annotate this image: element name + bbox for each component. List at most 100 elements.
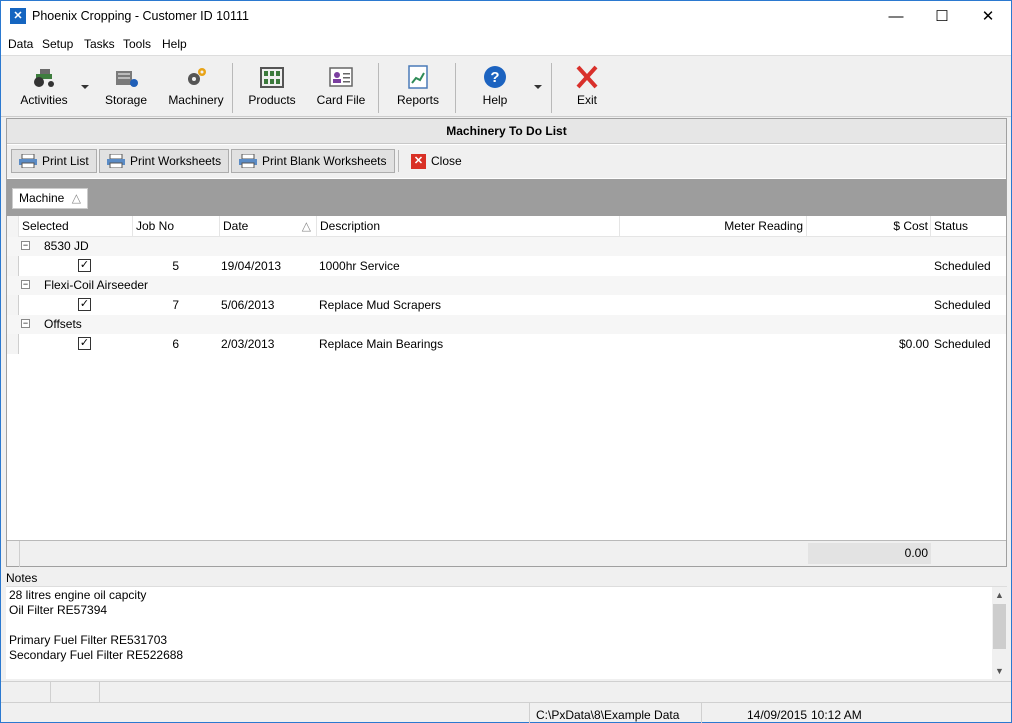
exit-button[interactable]: Exit [566, 61, 608, 113]
activities-dropdown-icon[interactable] [81, 85, 89, 89]
print-blank-worksheets-button[interactable]: Print Blank Worksheets [231, 149, 395, 173]
printer-icon [239, 154, 257, 168]
status-segment [51, 682, 100, 702]
job-no-cell: 6 [172, 337, 179, 351]
card-file-button[interactable]: Card File [313, 61, 369, 113]
collapse-toggle-icon[interactable]: − [21, 280, 30, 289]
activities-button[interactable]: Activities [11, 61, 77, 113]
notes-scrollbar[interactable]: ▲ ▼ [992, 587, 1007, 680]
minimize-button[interactable]: — [873, 1, 919, 32]
table-row[interactable]: ✓ 5 19/04/2013 1000hr Service Scheduled [7, 256, 1006, 276]
row-indicator [7, 334, 19, 354]
group-by-label: Machine [19, 191, 65, 205]
close-window-button[interactable]: ✕ [965, 1, 1011, 32]
scroll-up-icon[interactable]: ▲ [995, 590, 1004, 600]
exit-x-icon [576, 65, 598, 89]
help-dropdown-icon[interactable] [534, 85, 542, 89]
row-indicator [7, 256, 19, 276]
card-file-label: Card File [316, 93, 366, 107]
menu-help[interactable]: Help [162, 37, 187, 51]
storage-button[interactable]: Storage [101, 61, 151, 113]
table-row[interactable]: ✓ 6 2/03/2013 Replace Main Bearings $0.0… [7, 334, 1006, 354]
printer-icon [19, 154, 37, 168]
print-list-label: Print List [42, 154, 89, 168]
sort-ascending-icon: △ [301, 219, 311, 233]
menu-tools[interactable]: Tools [123, 37, 151, 51]
menu-data[interactable]: Data [8, 37, 33, 51]
status-cell: Scheduled [934, 337, 991, 351]
group-label: 8530 JD [44, 239, 89, 253]
group-row[interactable]: − 8530 JD [7, 237, 1006, 256]
group-by-machine-chip[interactable]: Machine △ [12, 188, 88, 209]
products-label: Products [248, 93, 296, 107]
reports-button[interactable]: Reports [391, 61, 445, 113]
panel-toolbar-divider [398, 150, 399, 172]
menu-setup[interactable]: Setup [42, 37, 73, 51]
column-header-cost[interactable]: $ Cost [807, 216, 931, 237]
machinery-label: Machinery [168, 93, 224, 107]
panel-title: Machinery To Do List [7, 119, 1006, 144]
main-toolbar: Activities Storage Machinery Products Ca… [1, 57, 1011, 117]
menu-tasks[interactable]: Tasks [84, 37, 115, 51]
collapse-toggle-icon[interactable]: − [21, 241, 30, 250]
description-cell: Replace Mud Scrapers [319, 298, 442, 312]
status-segment [701, 703, 702, 723]
toolbar-divider [378, 63, 379, 113]
tractor-icon [34, 69, 54, 87]
collapse-toggle-icon[interactable]: − [21, 319, 30, 328]
group-by-area: Machine △ [7, 179, 1006, 216]
group-row[interactable]: − Offsets [7, 315, 1006, 334]
status-date: 14/09/2015 [747, 708, 808, 722]
selected-checkbox[interactable]: ✓ [78, 337, 91, 350]
close-panel-button[interactable]: ✕ Close [409, 149, 462, 173]
selected-checkbox[interactable]: ✓ [78, 259, 91, 272]
job-no-cell: 5 [172, 259, 179, 273]
machinery-button[interactable]: Machinery [165, 61, 227, 113]
column-header-status[interactable]: Status [931, 216, 1006, 237]
print-list-button[interactable]: Print List [11, 149, 97, 173]
description-cell: Replace Main Bearings [319, 337, 444, 351]
job-no-cell: 7 [172, 298, 179, 312]
help-button[interactable]: ? Help [471, 61, 519, 113]
group-row[interactable]: − Flexi-Coil Airseeder [7, 276, 1006, 295]
column-header-date[interactable]: Date △ [220, 216, 317, 237]
column-header-description[interactable]: Description [317, 216, 620, 237]
reports-chart-icon [408, 65, 428, 89]
column-header-selected[interactable]: Selected [19, 216, 133, 237]
print-blank-worksheets-label: Print Blank Worksheets [262, 154, 387, 168]
notes-textarea[interactable]: 28 litres engine oil capcity Oil Filter … [6, 586, 1007, 680]
maximize-button[interactable]: ☐ [919, 1, 965, 32]
storage-label: Storage [104, 93, 148, 107]
grid-footer: 0.00 [7, 540, 1006, 567]
activities-label: Activities [20, 93, 68, 107]
menu-bar: Data Setup Tasks Tools Help [1, 32, 1011, 56]
date-header-label: Date [223, 219, 249, 233]
toolbar-divider [551, 63, 552, 113]
close-icon: ✕ [411, 154, 426, 169]
printer-icon [107, 154, 125, 168]
notes-line: Secondary Fuel Filter RE522688 [9, 648, 184, 662]
column-header-job-no[interactable]: Job No [133, 216, 220, 237]
products-button[interactable]: Products [243, 61, 301, 113]
group-label: Flexi-Coil Airseeder [44, 278, 149, 292]
scroll-down-icon[interactable]: ▼ [995, 666, 1004, 676]
row-indicator [7, 295, 19, 315]
selected-checkbox[interactable]: ✓ [78, 298, 91, 311]
toolbar-divider [455, 63, 456, 113]
status-cell: Scheduled [934, 259, 991, 273]
table-row[interactable]: ✓ 7 5/06/2013 Replace Mud Scrapers Sched… [7, 295, 1006, 315]
status-cell: Scheduled [934, 298, 991, 312]
footer-divider [19, 541, 20, 567]
scroll-thumb[interactable] [993, 604, 1006, 649]
card-file-icon [329, 67, 353, 87]
column-header-meter-reading[interactable]: Meter Reading [620, 216, 807, 237]
status-divider [1, 702, 1011, 703]
total-cost-cell: 0.00 [808, 543, 931, 564]
status-segment [1, 682, 51, 702]
help-label: Help [482, 93, 508, 107]
svg-text:?: ? [490, 69, 499, 86]
print-worksheets-button[interactable]: Print Worksheets [99, 149, 230, 173]
toolbar-divider [232, 63, 233, 113]
status-bar: C:\PxData\8\Example Data 14/09/2015 10:1… [1, 681, 1011, 723]
notes-line: Primary Fuel Filter RE531703 [9, 633, 168, 647]
